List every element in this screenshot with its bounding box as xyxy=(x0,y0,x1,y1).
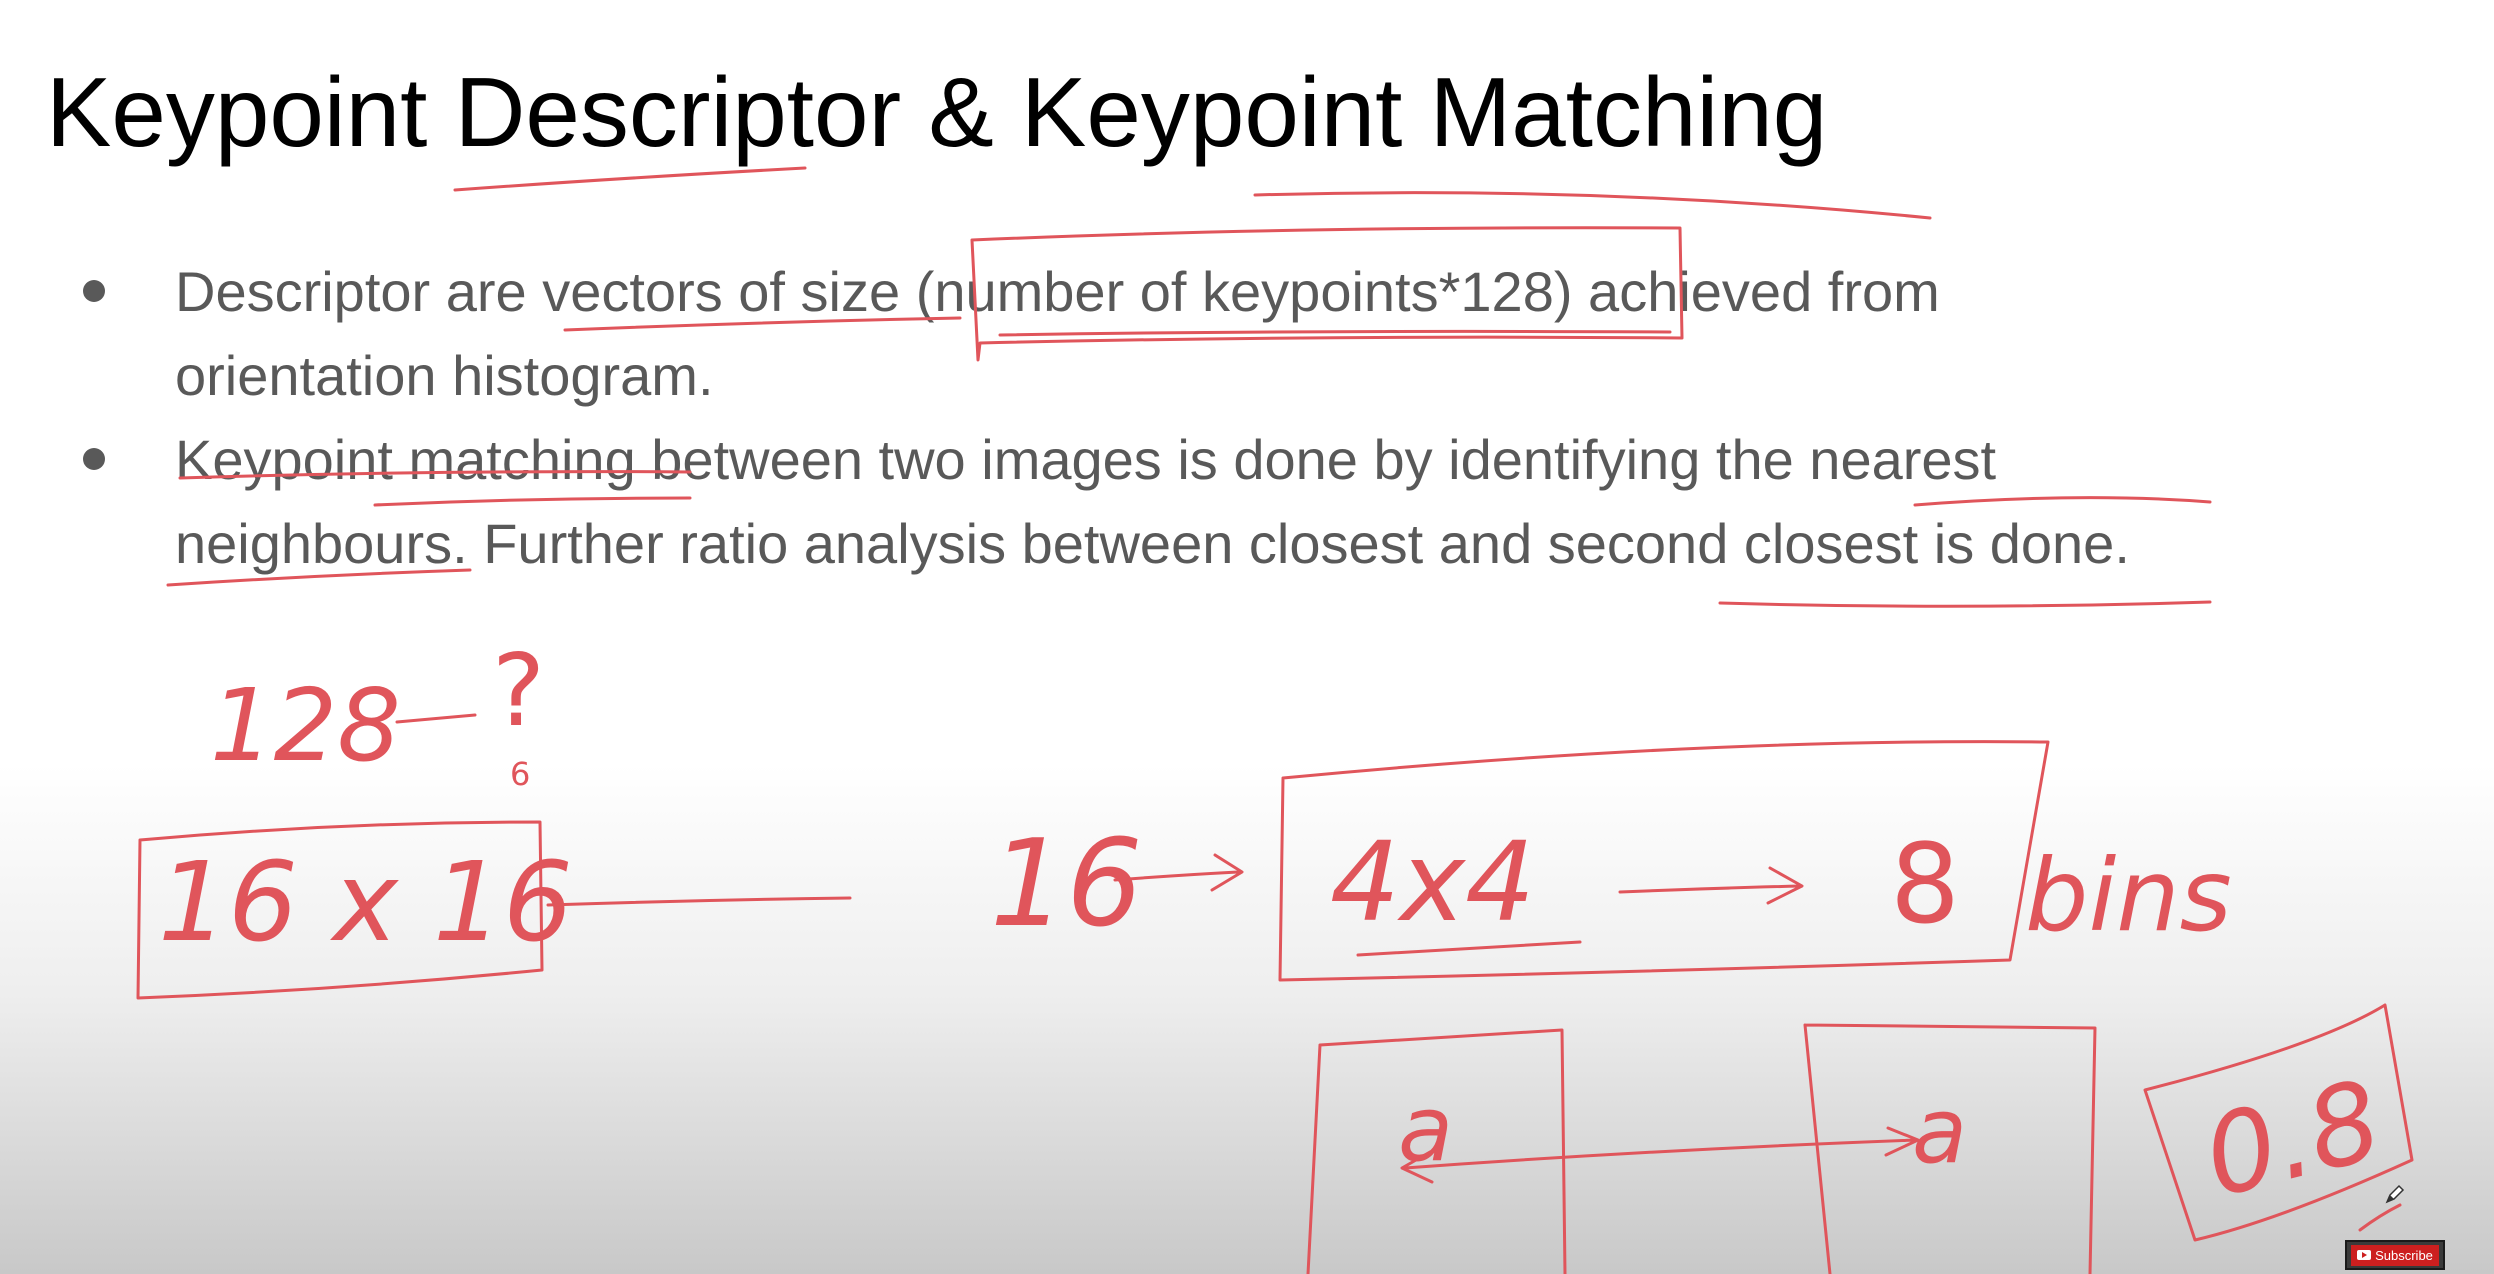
annotation-question-mark: ? xyxy=(492,632,545,749)
subscribe-button[interactable]: Subscribe xyxy=(2345,1240,2445,1270)
bullet-item-matching: Keypoint matching between two images is … xyxy=(0,418,2375,586)
annotation-match-a-left: a xyxy=(1398,1077,1453,1182)
bullet-text-line: orientation histogram. xyxy=(175,344,714,407)
box-4x4-8 xyxy=(1278,740,2050,982)
subscribe-badge: Subscribe xyxy=(2351,1244,2439,1266)
connector-line xyxy=(546,896,852,907)
annotation-128: 128 xyxy=(210,667,401,784)
subscribe-label: Subscribe xyxy=(2375,1247,2433,1263)
underline-matching xyxy=(1253,191,1932,220)
underline-second-closest xyxy=(1718,600,2212,608)
slide: Keypoint Descriptor & Keypoint Matching … xyxy=(0,0,2494,1274)
annotation-16x16: 16 x 16 xyxy=(158,838,573,966)
bullet-text-line: neighbours. Further ratio analysis betwe… xyxy=(175,512,2130,575)
annotation-8: 8 xyxy=(1890,820,1960,948)
dash-line xyxy=(395,713,477,724)
match-box-left xyxy=(1306,1028,1567,1274)
bullet-dot xyxy=(83,280,105,302)
bullet-item-descriptor: Descriptor are vectors of size (number o… xyxy=(0,250,2375,418)
annotation-4x4: 4x4 xyxy=(1330,818,1535,946)
box-16x16 xyxy=(136,820,544,1000)
slide-title: Keypoint Descriptor & Keypoint Matching xyxy=(46,57,1828,167)
underline-descriptor xyxy=(453,166,807,192)
bullet-dot xyxy=(83,448,105,470)
underline-4x4 xyxy=(1356,940,1582,957)
annotation-ratio-value: 0.8 xyxy=(2192,1056,2393,1223)
pencil-cursor-icon xyxy=(2385,1184,2405,1204)
arrow-16-to-box xyxy=(1113,853,1244,892)
arrow-4x4-to-8 xyxy=(1618,866,1804,905)
annotation-match-a-right: a xyxy=(1912,1079,1967,1184)
youtube-icon xyxy=(2357,1250,2372,1260)
annotation-bins: bins xyxy=(2025,837,2232,954)
ratio-tail xyxy=(2358,1203,2402,1232)
bullet-text-line: Descriptor are vectors of size (number o… xyxy=(175,260,1940,323)
annotation-small-digit: 6 xyxy=(510,755,530,793)
ratio-box xyxy=(2143,1003,2414,1242)
handwritten-annotations: 128 ? 6 16 x 16 16 4x4 8 bins a a 0.8 xyxy=(136,166,2414,1274)
bullet-list: Descriptor are vectors of size (number o… xyxy=(0,250,2494,586)
annotation-16: 16 xyxy=(990,815,1143,954)
match-arrow xyxy=(1400,1126,1920,1184)
match-box-right xyxy=(1803,1023,2097,1274)
bullet-text-line: Keypoint matching between two images is … xyxy=(175,428,1997,491)
